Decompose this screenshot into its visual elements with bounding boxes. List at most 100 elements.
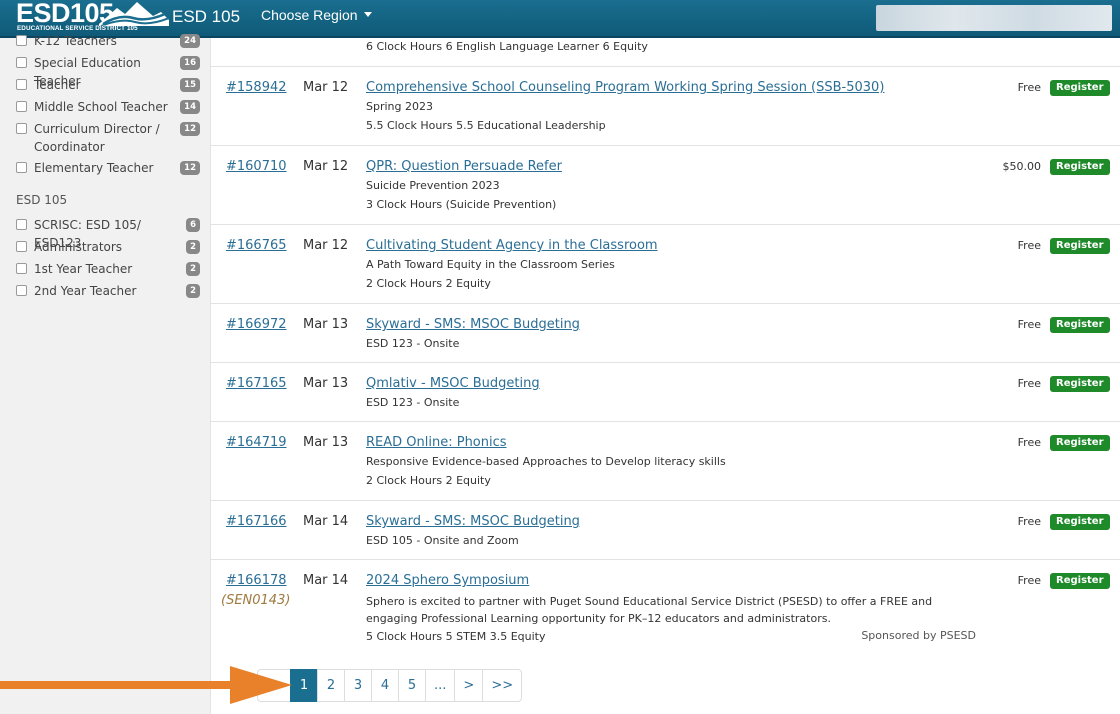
event-row: #167166 Mar 14 Skyward - SMS: MSOC Budge… [211, 501, 1120, 560]
checkbox[interactable] [16, 123, 27, 134]
event-title-link[interactable]: Skyward - SMS: MSOC Budgeting [366, 317, 580, 332]
event-id-link[interactable]: #167166 [226, 514, 287, 529]
filter-label: 2nd Year Teacher [34, 284, 137, 298]
event-description: Sphero is excited to partner with Puget … [366, 595, 933, 625]
event-row-partial: 6 Clock Hours 6 English Language Learner… [211, 38, 1120, 67]
event-hours: 5 Clock Hours 5 STEM 3.5 Equity [366, 630, 546, 643]
event-id-link[interactable]: #160710 [226, 159, 287, 174]
event-id-link[interactable]: #167165 [226, 376, 287, 391]
event-date: Mar 13 [303, 435, 349, 450]
last-page-button[interactable]: >> [482, 669, 523, 702]
ellipsis-button[interactable]: ... [425, 669, 456, 702]
count-badge: 2 [186, 262, 200, 276]
event-title-link[interactable]: Comprehensive School Counseling Program … [366, 80, 884, 95]
checkbox[interactable] [16, 57, 27, 68]
event-list: 6 Clock Hours 6 English Language Learner… [210, 38, 1120, 714]
region-label: Choose Region [261, 7, 358, 23]
count-badge: 6 [186, 218, 200, 232]
logo-subtext: EDUCATIONAL SERVICE DISTRICT 105 [17, 25, 138, 32]
count-badge: 12 [180, 122, 200, 136]
register-button[interactable]: Register [1050, 238, 1110, 254]
count-badge: 24 [180, 34, 200, 48]
count-badge: 15 [180, 78, 200, 92]
filter-administrators[interactable]: Administrators 2 [16, 238, 204, 258]
register-button[interactable]: Register [1050, 80, 1110, 96]
event-id-link[interactable]: #158942 [226, 80, 287, 95]
site-name[interactable]: ESD 105 [172, 7, 240, 27]
event-date: Mar 13 [303, 317, 349, 332]
next-page-button[interactable]: > [454, 669, 484, 702]
event-code: (SEN0143) [221, 593, 291, 608]
event-subtitle: Responsive Evidence-based Approaches to … [366, 455, 726, 468]
filter-teacher[interactable]: Teacher 15 [16, 76, 204, 96]
event-hours: 2 Clock Hours 2 Equity [366, 474, 491, 487]
checkbox[interactable] [16, 79, 27, 90]
event-title-link[interactable]: Qmlativ - MSOC Budgeting [366, 376, 540, 391]
count-badge: 14 [180, 100, 200, 114]
checkbox[interactable] [16, 241, 27, 252]
filter-label: Middle School Teacher [34, 100, 168, 114]
filter-label: Administrators [34, 240, 123, 254]
event-date: Mar 12 [303, 159, 349, 174]
event-hours: 5.5 Clock Hours 5.5 Educational Leadersh… [366, 119, 606, 132]
filter-curriculum-director[interactable]: Curriculum Director / Coordinator 12 [16, 120, 204, 158]
filter-2nd-year-teacher[interactable]: 2nd Year Teacher 2 [16, 282, 204, 302]
page-5-button[interactable]: 5 [398, 669, 426, 702]
event-id-link[interactable]: #164719 [226, 435, 287, 450]
annotation-arrow-icon [0, 666, 292, 704]
event-price: Free [1017, 377, 1041, 390]
event-title-link[interactable]: 2024 Sphero Symposium [366, 573, 529, 588]
page-2-button[interactable]: 2 [317, 669, 345, 702]
event-title-link[interactable]: READ Online: Phonics [366, 435, 507, 450]
register-button[interactable]: Register [1050, 376, 1110, 392]
filter-label: K-12 Teachers [34, 34, 117, 48]
event-date: Mar 14 [303, 573, 349, 588]
register-button[interactable]: Register [1050, 317, 1110, 333]
event-id-link[interactable]: #166765 [226, 238, 287, 253]
event-price: Free [1017, 239, 1041, 252]
event-date: Mar 14 [303, 514, 349, 529]
filter-elementary-teacher[interactable]: Elementary Teacher 12 [16, 159, 204, 179]
count-badge: 2 [186, 284, 200, 298]
event-id-link[interactable]: #166178 [226, 573, 287, 588]
choose-region-dropdown[interactable]: Choose Region [261, 7, 372, 23]
checkbox[interactable] [16, 263, 27, 274]
filter-1st-year-teacher[interactable]: 1st Year Teacher 2 [16, 260, 204, 280]
event-row: #166765 Mar 12 Cultivating Student Agenc… [211, 225, 1120, 304]
event-title-link[interactable]: Cultivating Student Agency in the Classr… [366, 238, 658, 253]
filter-scrisc[interactable]: SCRISC: ESD 105/ ESD123 6 [16, 216, 204, 250]
event-id-link[interactable]: #166972 [226, 317, 287, 332]
event-date: Mar 12 [303, 80, 349, 95]
event-title-link[interactable]: QPR: Question Persuade Refer [366, 159, 562, 174]
event-subtitle: Suicide Prevention 2023 [366, 179, 500, 192]
event-subtitle: Spring 2023 [366, 100, 433, 113]
register-button[interactable]: Register [1050, 514, 1110, 530]
checkbox[interactable] [16, 285, 27, 296]
filter-special-education-teacher[interactable]: Special Education Teacher 16 [16, 54, 204, 88]
search-input[interactable] [876, 5, 1112, 31]
event-price: Free [1017, 515, 1041, 528]
checkbox[interactable] [16, 162, 27, 173]
event-row: #167165 Mar 13 Qmlativ - MSOC Budgeting … [211, 363, 1120, 422]
event-date: Mar 13 [303, 376, 349, 391]
filter-label: Elementary Teacher [34, 161, 154, 175]
filter-k12-teachers[interactable]: K-12 Teachers 24 [16, 32, 204, 52]
event-subtitle: ESD 123 - Onsite [366, 337, 460, 350]
filter-label: 1st Year Teacher [34, 262, 133, 276]
checkbox[interactable] [16, 35, 27, 46]
checkbox[interactable] [16, 219, 27, 230]
register-button[interactable]: Register [1050, 573, 1110, 589]
event-hours: 3 Clock Hours (Suicide Prevention) [366, 198, 557, 211]
filter-middle-school-teacher[interactable]: Middle School Teacher 14 [16, 98, 204, 118]
filter-sidebar: K-12 Teachers 24 Special Education Teach… [0, 34, 210, 714]
register-button[interactable]: Register [1050, 435, 1110, 451]
register-button[interactable]: Register [1050, 159, 1110, 175]
page-3-button[interactable]: 3 [344, 669, 372, 702]
esd105-logo[interactable]: ESD105 EDUCATIONAL SERVICE DISTRICT 105 [16, 0, 169, 36]
event-hours: 6 Clock Hours 6 English Language Learner… [366, 40, 648, 53]
event-title-link[interactable]: Skyward - SMS: MSOC Budgeting [366, 514, 580, 529]
event-subtitle: ESD 123 - Onsite [366, 396, 460, 409]
event-date: Mar 12 [303, 238, 349, 253]
checkbox[interactable] [16, 101, 27, 112]
page-4-button[interactable]: 4 [371, 669, 399, 702]
